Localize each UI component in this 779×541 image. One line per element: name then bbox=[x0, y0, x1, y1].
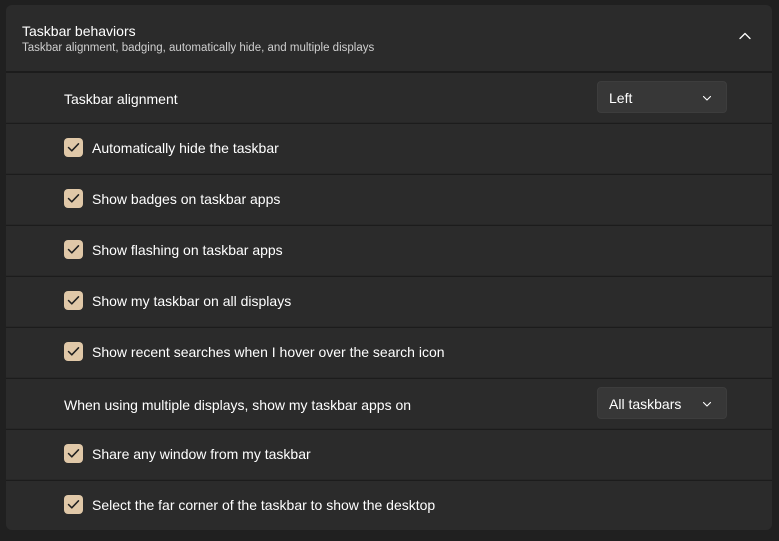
checkmark-icon bbox=[67, 143, 80, 152]
flashing-checkbox[interactable] bbox=[64, 240, 83, 259]
auto-hide-checkbox[interactable] bbox=[64, 138, 83, 157]
taskbar-behaviors-header[interactable]: Taskbar behaviors Taskbar alignment, bad… bbox=[6, 5, 772, 72]
badges-label: Show badges on taskbar apps bbox=[92, 191, 281, 207]
badges-checkbox[interactable] bbox=[64, 189, 83, 208]
far-corner-label: Select the far corner of the taskbar to … bbox=[92, 497, 436, 513]
multi-display-row: When using multiple displays, show my ta… bbox=[6, 378, 772, 428]
taskbar-behaviors-panel: Taskbar behaviors Taskbar alignment, bad… bbox=[6, 5, 772, 530]
section-title: Taskbar behaviors bbox=[22, 23, 136, 39]
far-corner-checkbox[interactable] bbox=[64, 495, 83, 514]
auto-hide-label: Automatically hide the taskbar bbox=[92, 140, 279, 156]
chevron-down-icon bbox=[702, 401, 712, 407]
all-displays-label: Show my taskbar on all displays bbox=[92, 293, 292, 309]
checkmark-icon bbox=[67, 449, 80, 458]
multi-display-value: All taskbars bbox=[609, 396, 682, 412]
all-displays-row[interactable]: Show my taskbar on all displays bbox=[6, 276, 772, 326]
taskbar-alignment-dropdown[interactable]: Left bbox=[597, 81, 727, 113]
checkmark-icon bbox=[67, 194, 80, 203]
multi-display-label: When using multiple displays, show my ta… bbox=[64, 397, 412, 413]
checkmark-icon bbox=[67, 245, 80, 254]
share-window-row[interactable]: Share any window from my taskbar bbox=[6, 429, 772, 479]
auto-hide-row[interactable]: Automatically hide the taskbar bbox=[6, 123, 772, 173]
recent-searches-checkbox[interactable] bbox=[64, 342, 83, 361]
share-window-checkbox[interactable] bbox=[64, 444, 83, 463]
flashing-label: Show flashing on taskbar apps bbox=[92, 242, 283, 258]
checkmark-icon bbox=[67, 296, 80, 305]
recent-searches-label: Show recent searches when I hover over t… bbox=[92, 344, 445, 360]
taskbar-alignment-row: Taskbar alignment Left bbox=[6, 72, 772, 122]
multi-display-dropdown[interactable]: All taskbars bbox=[597, 387, 727, 419]
section-subtitle: Taskbar alignment, badging, automaticall… bbox=[22, 42, 375, 54]
all-displays-checkbox[interactable] bbox=[64, 291, 83, 310]
taskbar-alignment-label: Taskbar alignment bbox=[64, 91, 178, 107]
chevron-up-icon[interactable] bbox=[738, 29, 752, 43]
share-window-label: Share any window from my taskbar bbox=[92, 446, 311, 462]
taskbar-alignment-value: Left bbox=[609, 90, 633, 106]
recent-searches-row[interactable]: Show recent searches when I hover over t… bbox=[6, 327, 772, 377]
checkmark-icon bbox=[67, 500, 80, 509]
badges-row[interactable]: Show badges on taskbar apps bbox=[6, 174, 772, 224]
chevron-down-icon bbox=[702, 95, 712, 101]
flashing-row[interactable]: Show flashing on taskbar apps bbox=[6, 225, 772, 275]
far-corner-row[interactable]: Select the far corner of the taskbar to … bbox=[6, 480, 772, 530]
checkmark-icon bbox=[67, 347, 80, 356]
